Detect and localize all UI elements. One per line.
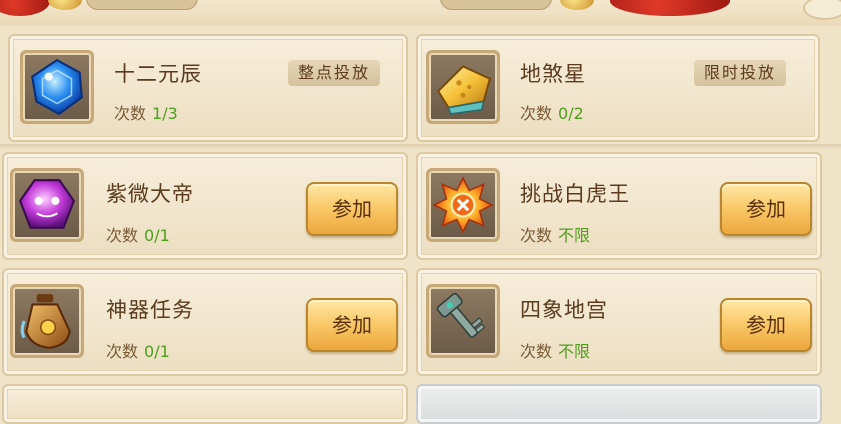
- fire-orb-icon: [432, 176, 494, 234]
- red-ornament-icon: [610, 0, 730, 16]
- schedule-tag: 整点投放: [288, 60, 381, 86]
- purple-gem-icon: [18, 179, 76, 229]
- count-label: 次数: [114, 104, 147, 123]
- count-value: 0/1: [144, 342, 170, 361]
- event-title: 挑战白虎王: [520, 182, 630, 206]
- count-value: 不限: [558, 226, 591, 245]
- top-banner-strip: [0, 0, 841, 26]
- event-count: 次数 1/3: [114, 100, 178, 124]
- corner-ornament: [803, 0, 841, 20]
- event-icon-frame: [10, 284, 84, 358]
- event-card-partial-disabled: [416, 384, 822, 424]
- potion-jar-icon: [20, 294, 71, 349]
- count-value: 1/3: [152, 104, 178, 123]
- count-label: 次数: [520, 104, 553, 123]
- blue-gem-icon: [31, 58, 83, 116]
- row-divider: [0, 144, 841, 150]
- schedule-tag: 限时投放: [694, 60, 787, 86]
- event-icon-frame: [426, 50, 500, 124]
- count-label: 次数: [106, 226, 139, 245]
- count-value: 0/1: [144, 226, 170, 245]
- event-card-partial: [2, 384, 408, 424]
- join-button[interactable]: 参加: [306, 298, 398, 352]
- event-icon-frame: [20, 50, 94, 124]
- event-icon-frame: [426, 168, 500, 242]
- event-count: 次数 不限: [520, 338, 590, 362]
- event-card-shenqi-renwu: 神器任务 次数 0/1 参加: [2, 268, 408, 376]
- event-title: 神器任务: [106, 298, 194, 322]
- event-card-ziwei-dadi: 紫微大帝 次数 0/1 参加: [2, 152, 408, 260]
- scroll-banner: [86, 0, 198, 10]
- join-button[interactable]: 参加: [306, 182, 398, 236]
- event-title: 紫微大帝: [106, 182, 194, 206]
- event-title: 四象地宫: [520, 298, 608, 322]
- event-title: 地煞星: [520, 62, 586, 86]
- event-card-shier-yuanchen: 十二元辰 次数 1/3 整点投放: [8, 34, 408, 142]
- event-title: 十二元辰: [114, 62, 202, 86]
- join-button[interactable]: 参加: [720, 298, 812, 352]
- event-card-sixiang-digong: 四象地宫 次数 不限 参加: [416, 268, 822, 376]
- event-card-baihu-wang: 挑战白虎王 次数 不限 参加: [416, 152, 822, 260]
- count-value: 不限: [558, 342, 591, 361]
- count-label: 次数: [520, 226, 553, 245]
- red-ornament-icon: [0, 0, 50, 16]
- gold-coin-icon: [560, 0, 594, 10]
- key-icon: [436, 292, 486, 338]
- event-card-disha-xing: 地煞星 次数 0/2 限时投放: [416, 34, 820, 142]
- event-count: 次数 不限: [520, 222, 590, 246]
- join-button[interactable]: 参加: [720, 182, 812, 236]
- count-label: 次数: [106, 342, 139, 361]
- gold-ingot-icon: [436, 65, 492, 115]
- event-icon-frame: [426, 284, 500, 358]
- count-value: 0/2: [558, 104, 584, 123]
- scroll-banner: [440, 0, 552, 10]
- gold-coin-icon: [48, 0, 82, 10]
- count-label: 次数: [520, 342, 553, 361]
- event-icon-frame: [10, 168, 84, 242]
- event-count: 次数 0/1: [106, 222, 170, 246]
- event-count: 次数 0/2: [520, 100, 584, 124]
- event-count: 次数 0/1: [106, 338, 170, 362]
